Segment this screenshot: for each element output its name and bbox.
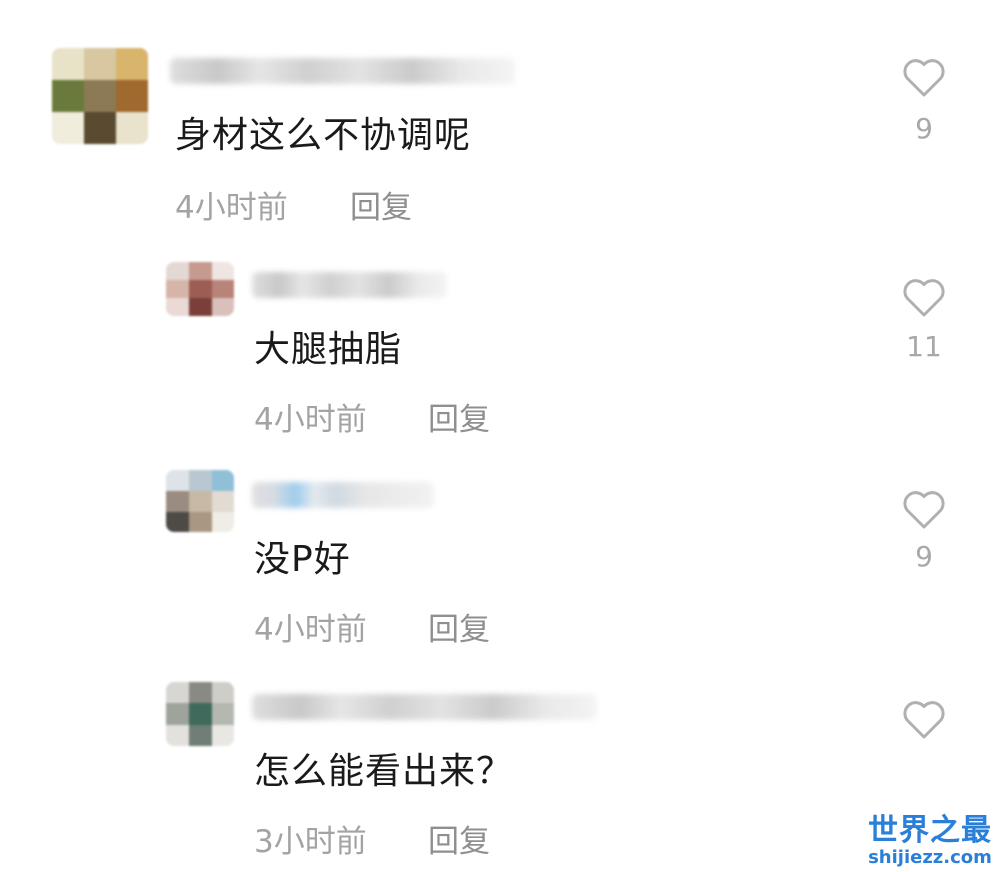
username-blurred[interactable] [252, 272, 447, 298]
comment-text: 大腿抽脂 [254, 329, 403, 370]
heart-outline-icon [902, 490, 946, 530]
heart-outline-icon [902, 278, 946, 318]
comment-time: 4小时前 [175, 190, 288, 226]
watermark-title: 世界之最 [868, 813, 992, 848]
avatar[interactable] [166, 262, 234, 316]
like-button[interactable] [902, 278, 946, 318]
reply-button[interactable]: 回复 [428, 604, 490, 649]
like-count: 9 [915, 112, 933, 145]
like-button[interactable] [902, 58, 946, 98]
comment-item: 身材这么不协调呢 4小时前 回复 9 [0, 0, 1000, 240]
avatar[interactable] [166, 470, 234, 532]
reply-button[interactable]: 回复 [428, 816, 490, 861]
like-button[interactable] [902, 490, 946, 530]
reply-button[interactable]: 回复 [350, 182, 412, 227]
comment-text: 身材这么不协调呢 [175, 115, 472, 156]
username-blurred[interactable] [252, 694, 597, 720]
like-count: 11 [906, 330, 942, 363]
reply-button[interactable]: 回复 [428, 394, 490, 439]
avatar[interactable] [166, 682, 234, 746]
heart-outline-icon [902, 700, 946, 740]
comment-time: 4小时前 [254, 402, 367, 438]
username-blurred[interactable] [252, 482, 434, 508]
heart-outline-icon [902, 58, 946, 98]
comment-time: 4小时前 [254, 612, 367, 648]
username-blurred[interactable] [170, 58, 515, 84]
comment-text: 怎么能看出来？ [254, 751, 514, 792]
comment-time: 3小时前 [254, 824, 367, 860]
site-watermark: 世界之最 shijiezz.com [868, 814, 992, 868]
comment-text: 没P好 [254, 539, 351, 580]
like-button[interactable] [902, 700, 946, 740]
watermark-site: shijiezz.com [868, 847, 992, 868]
like-count: 9 [915, 540, 933, 573]
avatar[interactable] [52, 48, 148, 144]
